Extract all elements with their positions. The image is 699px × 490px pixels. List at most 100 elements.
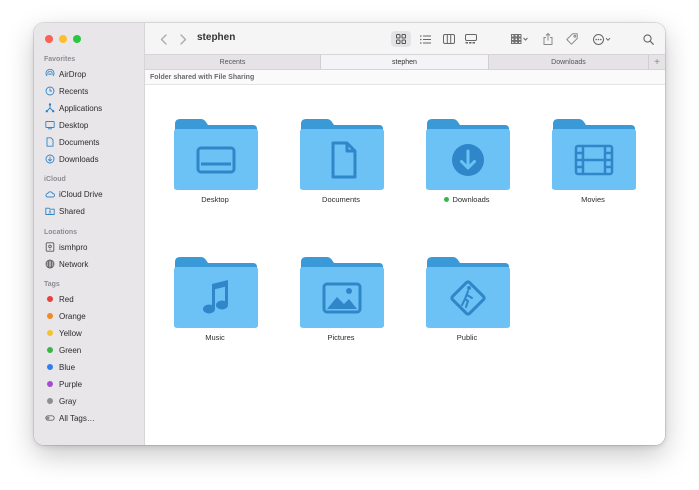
close-button[interactable] xyxy=(45,35,53,43)
sidebar-item-label: Applications xyxy=(59,103,103,113)
folder-public[interactable]: Public xyxy=(412,253,522,373)
icon-view-button[interactable] xyxy=(391,31,411,47)
hard-drive-icon xyxy=(45,242,55,252)
chevron-left-icon xyxy=(160,33,167,45)
forward-button[interactable] xyxy=(177,31,189,47)
sidebar-section-header: Favorites xyxy=(44,56,76,63)
document-icon xyxy=(46,137,54,147)
window-controls xyxy=(45,35,81,43)
tag-color-dot xyxy=(47,364,53,370)
sidebar-item-downloads[interactable]: Downloads xyxy=(45,152,99,166)
sidebar: Favorites AirDrop Recents Applications D… xyxy=(34,23,145,445)
sidebar-item-label: Downloads xyxy=(59,154,99,164)
folder-label: Music xyxy=(205,333,225,342)
folder-downloads[interactable]: Downloads xyxy=(412,115,522,235)
folder-grid: Desktop Documents Downloads Movies Music xyxy=(145,85,665,445)
sidebar-tag-yellow[interactable]: Yellow xyxy=(45,326,82,340)
folder-icon xyxy=(426,257,510,328)
folder-music[interactable]: Music xyxy=(160,253,270,373)
sidebar-item-label: AirDrop xyxy=(59,69,87,79)
folder-movies[interactable]: Movies xyxy=(538,115,648,235)
path-bar-text: Folder shared with File Sharing xyxy=(150,73,255,81)
sidebar-tag-blue[interactable]: Blue xyxy=(45,360,75,374)
sidebar-tag-green[interactable]: Green xyxy=(45,343,81,357)
tag-icon xyxy=(566,33,578,45)
finder-window: Favorites AirDrop Recents Applications D… xyxy=(34,23,665,445)
folder-documents[interactable]: Documents xyxy=(286,115,396,235)
tab-downloads[interactable]: Downloads xyxy=(489,55,649,69)
sidebar-item-ismhpro[interactable]: ismhpro xyxy=(45,240,87,254)
sidebar-item-label: All Tags… xyxy=(59,413,95,423)
chevron-right-icon xyxy=(179,33,186,45)
toolbar: stephen xyxy=(145,23,665,54)
shared-folder-icon xyxy=(45,207,55,215)
download-icon xyxy=(45,154,55,164)
sidebar-item-label: Purple xyxy=(59,379,83,389)
sidebar-item-network[interactable]: Network xyxy=(45,257,88,271)
tag-color-dot xyxy=(47,313,53,319)
desktop-icon xyxy=(45,121,55,130)
search-button[interactable] xyxy=(640,31,656,47)
sidebar-item-label: Orange xyxy=(59,311,86,321)
folder-label: Pictures xyxy=(327,333,355,342)
ellipsis-circle-icon xyxy=(593,33,611,45)
sidebar-section-header: Tags xyxy=(44,281,60,288)
main-pane: stephen Recents stephen Downloads + Fold… xyxy=(145,23,665,445)
folder-icon xyxy=(300,257,384,328)
sidebar-section-header: Locations xyxy=(44,229,78,236)
tab-stephen[interactable]: stephen xyxy=(321,55,489,69)
sidebar-section-header: iCloud xyxy=(44,176,66,183)
folder-pictures[interactable]: Pictures xyxy=(286,253,396,373)
clock-icon xyxy=(45,86,55,96)
folder-icon xyxy=(174,119,258,190)
folder-icon xyxy=(552,119,636,190)
plus-icon: + xyxy=(654,56,660,68)
sidebar-item-applications[interactable]: Applications xyxy=(45,101,102,115)
airdrop-icon xyxy=(45,69,55,77)
tag-button[interactable] xyxy=(564,31,580,47)
applications-icon xyxy=(45,103,55,113)
search-icon xyxy=(642,33,654,45)
sidebar-item-label: Network xyxy=(59,259,89,269)
tag-color-dot xyxy=(47,398,53,404)
sidebar-item-label: Red xyxy=(59,294,74,304)
tag-dot xyxy=(444,197,450,202)
column-view-button[interactable] xyxy=(439,31,459,47)
sidebar-item-label: Gray xyxy=(59,396,77,406)
sidebar-item-shared[interactable]: Shared xyxy=(45,204,85,218)
list-icon xyxy=(419,34,431,44)
group-button[interactable] xyxy=(507,31,531,47)
path-bar: Folder shared with File Sharing xyxy=(145,70,665,85)
sidebar-item-all-tags[interactable]: All Tags… xyxy=(45,411,95,425)
sidebar-item-desktop[interactable]: Desktop xyxy=(45,118,88,132)
tab-label: Downloads xyxy=(551,58,586,66)
sidebar-item-label: Desktop xyxy=(59,120,89,130)
gallery-icon xyxy=(465,34,477,44)
cloud-icon xyxy=(45,191,55,198)
tag-color-dot xyxy=(47,330,53,336)
sidebar-tag-purple[interactable]: Purple xyxy=(45,377,82,391)
sidebar-item-airdrop[interactable]: AirDrop xyxy=(45,67,86,81)
action-menu-button[interactable] xyxy=(590,31,614,47)
list-view-button[interactable] xyxy=(415,31,435,47)
sidebar-item-label: ismhpro xyxy=(59,242,88,252)
sidebar-item-recents[interactable]: Recents xyxy=(45,84,88,98)
folder-desktop[interactable]: Desktop xyxy=(160,115,270,235)
sidebar-item-label: Blue xyxy=(59,362,76,372)
back-button[interactable] xyxy=(157,31,169,47)
tab-label: Recents xyxy=(219,58,246,66)
sidebar-tag-orange[interactable]: Orange xyxy=(45,309,86,323)
minimize-button[interactable] xyxy=(59,35,67,43)
globe-icon xyxy=(45,259,55,269)
sidebar-item-icloud-drive[interactable]: iCloud Drive xyxy=(45,187,103,201)
new-tab-button[interactable]: + xyxy=(649,55,665,69)
tag-color-dot xyxy=(47,296,53,302)
sidebar-tag-gray[interactable]: Gray xyxy=(45,394,76,408)
gallery-view-button[interactable] xyxy=(461,31,481,47)
sidebar-item-documents[interactable]: Documents xyxy=(45,135,99,149)
zoom-button[interactable] xyxy=(73,35,81,43)
columns-icon xyxy=(443,34,455,44)
tab-recents[interactable]: Recents xyxy=(145,55,321,69)
sidebar-tag-red[interactable]: Red xyxy=(45,292,74,306)
share-button[interactable] xyxy=(541,31,555,47)
